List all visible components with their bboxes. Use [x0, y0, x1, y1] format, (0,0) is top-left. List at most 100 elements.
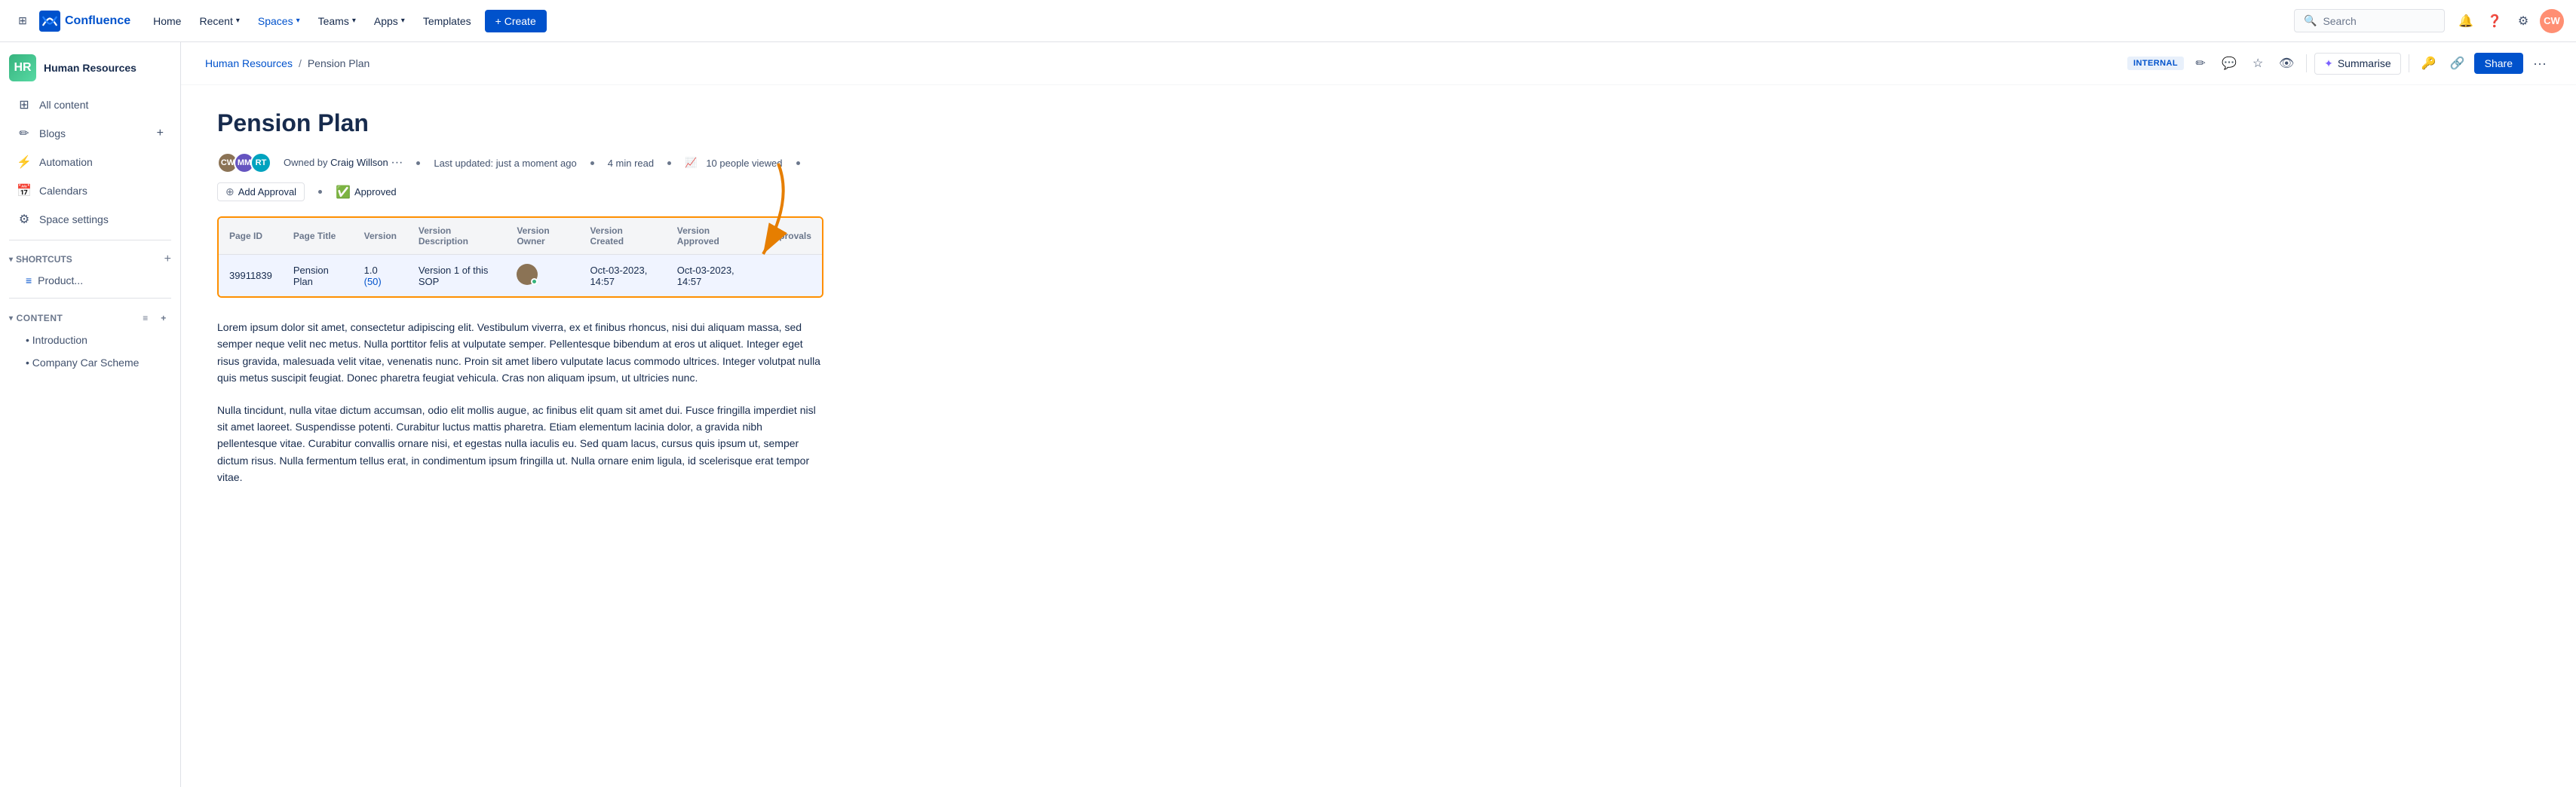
introduction-label: • Introduction [26, 334, 87, 346]
more-options-button[interactable]: ··· [2528, 51, 2552, 75]
col-version-desc: Version Description [408, 218, 506, 255]
search-icon: 🔍 [2304, 14, 2317, 27]
sidebar-item-all-content[interactable]: ⊞ All content [5, 91, 176, 118]
sidebar-item-calendars[interactable]: 📅 Calendars [5, 177, 176, 204]
blogs-label: Blogs [39, 127, 66, 139]
add-blog-icon[interactable]: + [157, 127, 164, 140]
settings-icon: ⚙ [17, 212, 32, 227]
filter-content-icon[interactable]: ≡ [138, 311, 153, 326]
content-wrapper: Page ID Page Title Version Version Descr… [217, 216, 823, 298]
space-settings-label: Space settings [39, 213, 109, 225]
page-header: Human Resources / Pension Plan INTERNAL … [181, 42, 2576, 85]
author-row: CW MM RT Owned by Craig Willson ··· Last… [217, 152, 823, 201]
add-content-icon[interactable]: + [156, 311, 171, 326]
page-body: Pension Plan CW MM RT Owned by Craig Wil… [181, 85, 860, 537]
space-header[interactable]: HR Human Resources [0, 42, 180, 90]
link-icon[interactable]: 🔗 [2446, 51, 2470, 75]
create-button[interactable]: + Create [485, 10, 547, 32]
sidebar-divider-2 [9, 298, 171, 299]
cell-version-approved: Oct-03-2023, 14:57 [667, 255, 756, 297]
approved-badge: ✅ Approved [336, 185, 397, 200]
breadcrumb: Human Resources / Pension Plan [205, 57, 370, 69]
user-avatar[interactable]: CW [2540, 9, 2564, 33]
automation-icon: ⚡ [17, 155, 32, 170]
comment-icon[interactable]: 💬 [2217, 51, 2241, 75]
meta-dot-4 [796, 161, 800, 165]
edit-icon[interactable]: ✏ [2188, 51, 2213, 75]
help-icon[interactable]: ❓ [2482, 9, 2507, 33]
spaces-chevron: ▾ [296, 17, 300, 25]
version-link[interactable]: (50) [364, 276, 382, 287]
space-name: Human Resources [44, 62, 136, 74]
read-time: 4 min read [608, 158, 654, 169]
cell-version-desc: Version 1 of this SOP [408, 255, 506, 297]
cell-version-created: Oct-03-2023, 14:57 [579, 255, 666, 297]
space-icon: HR [9, 54, 36, 81]
summarise-label: Summarise [2338, 57, 2391, 69]
sidebar-item-blogs[interactable]: ✏ Blogs + [5, 120, 176, 147]
search-bar[interactable]: 🔍 Search [2294, 9, 2445, 32]
nav-teams[interactable]: Teams ▾ [311, 11, 363, 32]
meta-dot-3 [667, 161, 671, 165]
chart-icon: 📈 [685, 157, 697, 169]
author-avatars: CW MM RT [217, 152, 271, 173]
sidebar-item-space-settings[interactable]: ⚙ Space settings [5, 206, 176, 233]
breadcrumb-sep: / [299, 57, 302, 69]
calendar-icon: 📅 [17, 183, 32, 198]
col-page-id: Page ID [219, 218, 283, 255]
search-placeholder: Search [2323, 15, 2356, 27]
grid-icon[interactable]: ⊞ [12, 11, 33, 32]
approval-circle-icon: ⊕ [225, 185, 235, 198]
shortcuts-header[interactable]: ▾ SHORTCUTS + [0, 247, 180, 269]
version-owner-avatar-wrapper [517, 264, 538, 285]
col-version: Version [354, 218, 408, 255]
grid-icon: ⊞ [17, 97, 32, 112]
cell-version-owner [506, 255, 579, 297]
breadcrumb-space[interactable]: Human Resources [205, 57, 293, 69]
add-approval-button[interactable]: ⊕ Add Approval [217, 182, 305, 201]
author-avatar-rt: RT [250, 152, 271, 173]
topnav-icons: 🔔 ❓ ⚙ CW [2454, 9, 2564, 33]
viewers: 10 people viewed [706, 158, 782, 169]
content-toggle: ▾ [9, 314, 14, 323]
version-owner-status [531, 278, 538, 285]
breadcrumb-page: Pension Plan [308, 57, 370, 69]
logo-text: Confluence [65, 14, 130, 28]
content-label[interactable]: ▾ CONTENT [9, 313, 63, 323]
author-name: Craig Willson [330, 157, 388, 168]
add-shortcut-icon[interactable]: + [164, 253, 171, 266]
share-button[interactable]: Share [2474, 53, 2523, 74]
cell-page-title: Pension Plan [283, 255, 354, 297]
star-icon[interactable]: ☆ [2246, 51, 2270, 75]
last-updated: Last updated: just a moment ago [434, 158, 576, 169]
internal-badge: INTERNAL [2127, 57, 2184, 70]
version-table-wrapper: Page ID Page Title Version Version Descr… [217, 216, 823, 298]
meta-dot-1 [416, 161, 420, 165]
watch-icon[interactable]: 👁 [2274, 51, 2298, 75]
nav-templates[interactable]: Templates [416, 11, 479, 32]
company-car-label: • Company Car Scheme [26, 357, 139, 369]
product-icon: ≡ [26, 274, 32, 286]
sidebar-item-company-car[interactable]: • Company Car Scheme [5, 352, 176, 373]
teams-chevron: ▾ [352, 17, 356, 25]
sidebar-item-product[interactable]: ≡ Product... [5, 270, 176, 291]
nav-apps[interactable]: Apps ▾ [366, 11, 412, 32]
apps-chevron: ▾ [401, 17, 405, 25]
main-content: Human Resources / Pension Plan INTERNAL … [181, 42, 2576, 787]
cell-approvals [756, 255, 822, 297]
settings-icon[interactable]: ⚙ [2511, 9, 2535, 33]
nav-spaces[interactable]: Spaces ▾ [250, 11, 308, 32]
nav-recent[interactable]: Recent ▾ [192, 11, 247, 32]
nav-home[interactable]: Home [146, 11, 189, 32]
sidebar-item-introduction[interactable]: • Introduction [5, 329, 176, 351]
key-icon[interactable]: 🔑 [2417, 51, 2441, 75]
sidebar-item-automation[interactable]: ⚡ Automation [5, 149, 176, 176]
cell-version: 1.0 (50) [354, 255, 408, 297]
all-content-label: All content [39, 99, 88, 111]
summarise-button[interactable]: ✦ Summarise [2314, 53, 2401, 75]
col-approvals: Approvals [756, 218, 822, 255]
cell-page-id: 39911839 [219, 255, 283, 297]
confluence-logo[interactable]: Confluence [39, 11, 130, 32]
notifications-icon[interactable]: 🔔 [2454, 9, 2478, 33]
owner-more-icon[interactable]: ··· [391, 156, 403, 169]
